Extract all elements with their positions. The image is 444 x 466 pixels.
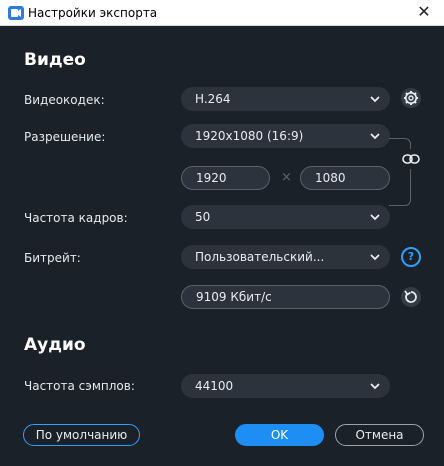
close-icon[interactable]: ✕ [414,3,434,23]
samplerate-select[interactable]: 44100 [181,374,390,398]
bitrate-custom-value: 9109 Кбит/с [196,290,272,304]
times-sign: × [281,170,292,185]
link-icon [402,154,420,164]
codec-label: Видеокодек: [24,93,105,107]
default-button[interactable]: По умолчанию [23,424,140,446]
chevron-down-icon [370,96,380,103]
framerate-value: 50 [195,210,211,224]
audio-section-title: Аудио [24,335,86,355]
chevron-down-icon [370,383,380,390]
gear-icon [404,91,418,105]
export-settings-dialog: Видео Видеокодек: H.264 Разрешение: 1920… [0,26,444,466]
ok-button[interactable]: OK [235,424,324,446]
width-input[interactable]: 1920 [181,166,270,190]
codec-select[interactable]: H.264 [181,87,390,111]
aspect-lock-button[interactable] [401,149,421,169]
app-icon [8,6,24,20]
chevron-down-icon [370,133,380,140]
resolution-value: 1920x1080 (16:9) [195,129,304,143]
codec-value: H.264 [195,92,231,106]
height-value: 1080 [315,171,346,185]
resolution-select[interactable]: 1920x1080 (16:9) [181,124,390,148]
cancel-button[interactable]: Отмена [335,424,424,446]
chevron-down-icon [370,254,380,261]
bitrate-help-button[interactable]: ? [401,247,421,267]
framerate-select[interactable]: 50 [181,205,390,229]
window-title: Настройки экспорта [28,6,158,20]
bitrate-reset-button[interactable] [401,287,421,307]
video-section-title: Видео [24,50,86,70]
resolution-label: Разрешение: [24,130,106,144]
help-icon: ? [407,250,415,263]
height-input[interactable]: 1080 [300,166,390,190]
samplerate-label: Частота сэмплов: [24,379,135,393]
bitrate-select[interactable]: Пользовательский... [181,245,390,269]
chevron-down-icon [370,214,380,221]
reset-icon [404,290,417,303]
title-bar: Настройки экспорта ✕ [0,0,444,26]
samplerate-value: 44100 [195,379,234,393]
bitrate-label: Битрейт: [24,251,81,265]
framerate-label: Частота кадров: [24,211,128,225]
codec-settings-button[interactable] [401,88,421,108]
bitrate-value: Пользовательский... [195,250,325,264]
bitrate-custom-input[interactable]: 9109 Кбит/с [181,285,390,309]
width-value: 1920 [196,171,227,185]
